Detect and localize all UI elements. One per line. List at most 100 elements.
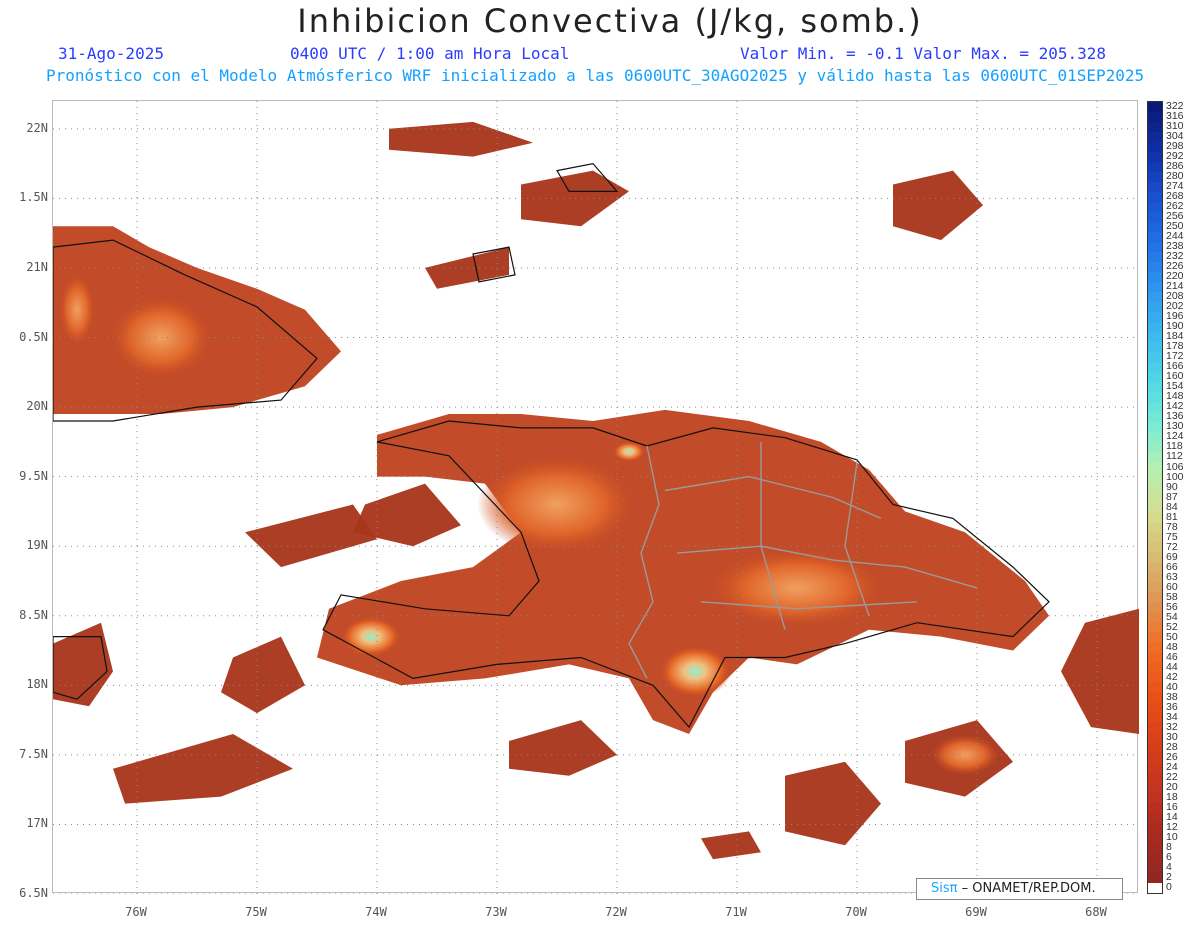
colorbar-swatch-35 <box>1148 452 1162 464</box>
colorbar-swatch-33 <box>1148 432 1162 444</box>
colorbar-swatch-73 <box>1148 832 1162 844</box>
lat-tick-label: 1.5N <box>19 190 48 205</box>
cin-maximum-1 <box>341 616 401 657</box>
colorbar-swatch-22 <box>1148 322 1162 333</box>
colorbar-swatch-67 <box>1148 772 1162 784</box>
colorbar-swatch-74 <box>1148 842 1162 854</box>
lon-tick-label: 72W <box>605 905 627 919</box>
colorbar-swatch-4 <box>1148 142 1162 153</box>
lat-tick-label: 6.5N <box>19 886 48 900</box>
colorbar-swatch-56 <box>1148 662 1162 674</box>
lat-tick-label: 19N <box>26 538 48 553</box>
colorbar-swatch-45 <box>1148 552 1162 564</box>
cin-maximum-4 <box>59 273 95 346</box>
colorbar-swatch-6 <box>1148 162 1162 173</box>
cin-field-map <box>53 101 1139 894</box>
colorbar-swatch-46 <box>1148 562 1162 574</box>
colorbar-swatch-29 <box>1148 392 1162 403</box>
min-max-values: Valor Min. = -0.1 Valor Max. = 205.328 <box>740 44 1107 63</box>
colorbar-swatch-0 <box>1148 102 1162 113</box>
colorbar-swatch-11 <box>1148 212 1162 223</box>
colorbar-swatch-31 <box>1148 412 1162 423</box>
colorbar-swatch-28 <box>1148 382 1162 393</box>
colorbar-swatch-75 <box>1148 852 1162 864</box>
lon-tick-label: 69W <box>965 905 987 919</box>
cin-region-11 <box>509 720 617 776</box>
colorbar-swatch-78 <box>1148 882 1162 894</box>
forecast-time: 0400 UTC / 1:00 am Hora Local <box>290 44 570 63</box>
colorbar-swatch-71 <box>1148 812 1162 824</box>
cin-region-5 <box>893 170 983 241</box>
lon-tick-label: 70W <box>845 905 867 919</box>
colorbar-label: 0 <box>1166 881 1172 893</box>
colorbar-swatch-16 <box>1148 262 1162 273</box>
colorbar-swatch-34 <box>1148 442 1162 454</box>
cin-maximum-2 <box>613 441 645 462</box>
colorbar <box>1147 101 1163 894</box>
colorbar-swatch-55 <box>1148 652 1162 664</box>
cin-region-6 <box>1061 608 1139 734</box>
colorbar-swatch-69 <box>1148 792 1162 804</box>
lon-tick-label: 71W <box>725 905 747 919</box>
colorbar-swatch-65 <box>1148 752 1162 764</box>
sispi-logo-text: Sisπ <box>931 881 958 896</box>
cin-maximum-0 <box>659 645 731 698</box>
lat-tick-label: 0.5N <box>19 329 48 344</box>
lat-tick-label: 18N <box>26 677 48 692</box>
colorbar-swatch-14 <box>1148 242 1162 253</box>
colorbar-swatch-54 <box>1148 642 1162 654</box>
colorbar-label: 84 <box>1166 500 1178 513</box>
lon-tick-label: 76W <box>125 905 147 919</box>
colorbar-gradient <box>1148 102 1162 894</box>
colorbar-swatch-1 <box>1148 112 1162 123</box>
lon-tick-label: 75W <box>245 905 267 919</box>
onamet-logo: Sisπ – ONAMET/REP.DOM. <box>916 878 1123 900</box>
colorbar-label: 87 <box>1166 490 1178 503</box>
colorbar-swatch-13 <box>1148 232 1162 243</box>
colorbar-label: 78 <box>1166 520 1178 533</box>
colorbar-swatch-70 <box>1148 802 1162 814</box>
colorbar-swatch-62 <box>1148 722 1162 734</box>
cin-region-8 <box>785 761 881 846</box>
map-panel <box>52 100 1139 894</box>
colorbar-swatch-32 <box>1148 422 1162 434</box>
lat-tick-label: 8.5N <box>19 607 48 622</box>
colorbar-swatch-66 <box>1148 762 1162 774</box>
colorbar-swatch-50 <box>1148 602 1162 614</box>
colorbar-swatch-58 <box>1148 682 1162 694</box>
colorbar-swatch-44 <box>1148 542 1162 554</box>
colorbar-swatch-51 <box>1148 612 1162 624</box>
colorbar-swatch-47 <box>1148 572 1162 584</box>
lon-tick-label: 74W <box>365 905 387 919</box>
lat-tick-label: 22N <box>26 120 48 135</box>
colorbar-labels: 322 316 310 304 298 292 286 280 274 268 262 256 250 2… <box>1166 101 1200 894</box>
colorbar-swatch-8 <box>1148 182 1162 193</box>
colorbar-swatch-21 <box>1148 312 1162 323</box>
colorbar-label: 81 <box>1166 510 1178 523</box>
colorbar-swatch-3 <box>1148 132 1162 143</box>
colorbar-swatch-59 <box>1148 692 1162 704</box>
lat-tick-label: 9.5N <box>19 468 48 483</box>
colorbar-swatch-72 <box>1148 822 1162 834</box>
colorbar-label: 106 <box>1166 460 1184 473</box>
colorbar-swatch-37 <box>1148 472 1162 484</box>
colorbar-swatch-68 <box>1148 782 1162 794</box>
colorbar-swatch-19 <box>1148 292 1162 303</box>
colorbar-swatch-76 <box>1148 862 1162 874</box>
colorbar-swatch-61 <box>1148 712 1162 724</box>
colorbar-swatch-20 <box>1148 302 1162 313</box>
colorbar-swatch-17 <box>1148 272 1162 283</box>
colorbar-swatch-53 <box>1148 632 1162 644</box>
colorbar-swatch-60 <box>1148 702 1162 714</box>
cin-region-14 <box>389 121 533 157</box>
forecast-validity: Pronóstico con el Modelo Atmósferico WRF… <box>46 66 1145 85</box>
cin-region-13 <box>245 504 377 568</box>
colorbar-swatch-49 <box>1148 592 1162 604</box>
cin-maximum-5 <box>477 454 637 555</box>
cin-region-15 <box>701 831 761 860</box>
colorbar-label: 100 <box>1166 470 1184 483</box>
colorbar-swatch-39 <box>1148 492 1162 504</box>
colorbar-swatch-10 <box>1148 202 1162 213</box>
colorbar-swatch-63 <box>1148 732 1162 744</box>
forecast-date: 31-Ago-2025 <box>58 44 164 63</box>
